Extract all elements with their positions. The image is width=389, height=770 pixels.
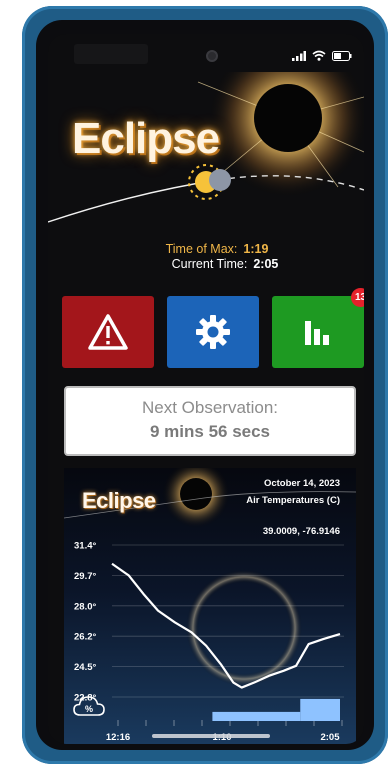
warning-triangle-icon [88, 314, 128, 350]
y-tick-label: 29.7° [74, 571, 96, 582]
notification-badge: 13 [351, 288, 364, 307]
warning-button[interactable] [62, 296, 154, 368]
wifi-icon [312, 50, 326, 61]
time-of-max-value: 1:19 [243, 242, 269, 256]
status-icons [292, 50, 352, 61]
time-of-max-label: Time of Max: [165, 242, 238, 256]
x-tick-label: 12:16 [106, 732, 130, 743]
y-tick-label: 28.0° [74, 601, 96, 612]
chart-date: October 14, 2023 [263, 478, 340, 489]
time-info: Time of Max: 1:19 Current Time: 2:05 [48, 242, 364, 272]
status-bar-left [74, 44, 148, 64]
chart-app-title: Eclipse [82, 488, 156, 513]
app-screen: Eclipse Time of Max: 1:19 Current Time: … [48, 34, 364, 744]
home-indicator[interactable] [152, 734, 270, 738]
eclipse-ring-background [186, 570, 302, 686]
y-tick-label: 24.5° [74, 662, 96, 673]
next-observation-countdown: 9 mins 56 secs [149, 422, 271, 441]
battery-icon [332, 50, 352, 61]
cloud-percent-icon[interactable]: % [72, 694, 106, 718]
eclipse-thumbnail-moon [180, 478, 212, 510]
x-tick-label: 2:05 [320, 732, 340, 743]
y-tick-label: 31.4° [74, 541, 96, 552]
app-title: Eclipse [72, 114, 220, 163]
y-tick-label: 26.2° [74, 632, 96, 643]
sun-moon-icon [188, 164, 231, 200]
chart-coordinates: 39.0009, -76.9146 [262, 526, 340, 537]
signal-icon [292, 50, 306, 61]
settings-button[interactable] [167, 296, 259, 368]
current-time-label: Current Time: [171, 257, 248, 271]
cloud-cover-bar [212, 711, 301, 721]
front-camera [206, 50, 218, 62]
stats-button[interactable]: 13 [272, 288, 364, 368]
next-observation-card: Next Observation: 9 mins 56 secs [64, 386, 356, 456]
current-time-value: 2:05 [253, 257, 279, 271]
gear-icon [196, 315, 230, 349]
temperature-chart-card: 31.4°29.7°28.0°26.2°24.5°22.8° 12:161:10… [64, 468, 356, 744]
svg-text:%: % [85, 704, 93, 714]
chart-subtitle: Air Temperatures (C) [246, 495, 340, 506]
next-observation-label: Next Observation: [141, 398, 279, 417]
bar-chart-icon [305, 321, 329, 345]
cloud-cover-bar [300, 698, 340, 721]
